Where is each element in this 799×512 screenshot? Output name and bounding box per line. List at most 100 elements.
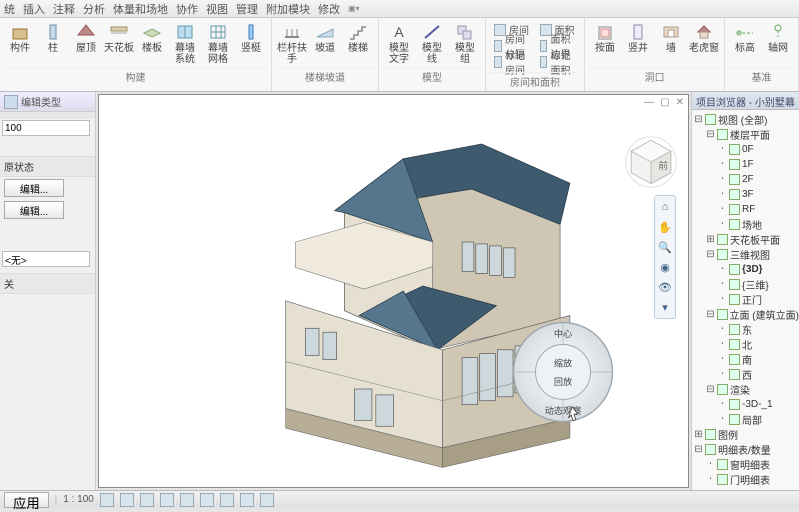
tree-twisty-icon[interactable]: ·	[718, 189, 727, 200]
railing-button[interactable]: 栏杆扶手	[276, 20, 308, 66]
tree-level[interactable]: ·1F	[694, 157, 799, 172]
roof-button[interactable]: 屋顶	[70, 20, 102, 66]
shaft-button[interactable]: 竖井	[622, 20, 654, 66]
tree-twisty-icon[interactable]: ⊟	[706, 129, 715, 141]
tree-twisty-icon[interactable]: ⊟	[706, 309, 715, 321]
tree-twisty-icon[interactable]: ·	[718, 294, 727, 305]
mullion-button[interactable]: 竖梃	[235, 20, 267, 66]
tree-3d-view[interactable]: ·正门	[694, 292, 799, 307]
tree-twisty-icon[interactable]: ·	[718, 324, 727, 335]
model-group-button[interactable]: 模型组	[449, 20, 481, 66]
level-button[interactable]: 标高	[729, 20, 761, 66]
tree-elevations[interactable]: ⊟立面 (建筑立面)	[694, 307, 799, 322]
tag-room-button[interactable]: 标记 房间	[494, 54, 531, 69]
tree-elevation[interactable]: ·东	[694, 322, 799, 337]
vertical-button[interactable]: 老虎窗	[688, 20, 720, 66]
curtain-grid-button[interactable]: 幕墙网格	[202, 20, 234, 66]
tree-ceiling-plans[interactable]: ⊞天花板平面	[694, 232, 799, 247]
tree-twisty-icon[interactable]: ·	[718, 219, 727, 230]
tree-level[interactable]: ·3F	[694, 187, 799, 202]
menu-item[interactable]: 注释	[53, 1, 75, 17]
tree-twisty-icon[interactable]: ·	[718, 159, 727, 170]
model-line-button[interactable]: 模型线	[416, 20, 448, 66]
stair-button[interactable]: 楼梯	[342, 20, 374, 66]
tree-rendering[interactable]: ·-3D-_1	[694, 397, 799, 412]
edit-button-2[interactable]: 编辑...	[4, 201, 64, 219]
ceiling-button[interactable]: 天花板	[103, 20, 135, 66]
tree-twisty-icon[interactable]: ·	[718, 279, 727, 290]
view-cube[interactable]: 前	[624, 135, 678, 189]
nav-home-icon[interactable]: ⌂	[656, 198, 674, 216]
menu-item[interactable]: 分析	[83, 1, 105, 17]
menu-expand-icon[interactable]: ▣▾	[348, 4, 360, 13]
tree-renderings[interactable]: ⊟渲染	[694, 382, 799, 397]
tree-elevation[interactable]: ·北	[694, 337, 799, 352]
tree-schedule[interactable]: ·门明细表	[694, 472, 799, 487]
floor-button[interactable]: 楼板	[136, 20, 168, 66]
tree-twisty-icon[interactable]: ·	[718, 144, 727, 155]
edit-type-button[interactable]: 编辑类型	[0, 92, 95, 112]
menu-item[interactable]: 修改	[318, 1, 340, 17]
value-input[interactable]	[2, 120, 90, 136]
close-label[interactable]: 关	[0, 273, 95, 294]
tree-twisty-icon[interactable]: ⊟	[706, 249, 715, 261]
wheel-center-label[interactable]: 中心	[554, 328, 572, 339]
tree-twisty-icon[interactable]: ·	[706, 474, 715, 485]
tree-floor-plans[interactable]: ⊟楼层平面	[694, 127, 799, 142]
steering-wheel[interactable]: 中心 缩放 回放 动态观察	[508, 317, 618, 427]
menu-item[interactable]: 统	[4, 1, 15, 17]
tree-3d-views[interactable]: ⊟三维视图	[694, 247, 799, 262]
tree-elevation[interactable]: ·西	[694, 367, 799, 382]
restore-icon[interactable]: ▢	[660, 97, 669, 108]
tree-level[interactable]: ·RF	[694, 202, 799, 217]
close-icon[interactable]: ✕	[676, 97, 684, 108]
tree-elevation[interactable]: ·南	[694, 352, 799, 367]
tree-twisty-icon[interactable]: ·	[718, 264, 727, 275]
tree-level[interactable]: ·2F	[694, 172, 799, 187]
tree-3d-view[interactable]: ·{三维}	[694, 277, 799, 292]
tree-schedules[interactable]: ⊟明细表/数量	[694, 442, 799, 457]
menu-item[interactable]: 协作	[176, 1, 198, 17]
tree-twisty-icon[interactable]: ·	[718, 414, 727, 425]
tree-twisty-icon[interactable]: ·	[718, 369, 727, 380]
grid-button[interactable]: 轴网	[762, 20, 794, 66]
none-select[interactable]	[2, 251, 90, 267]
tree-twisty-icon[interactable]: ·	[718, 339, 727, 350]
nav-zoom-icon[interactable]: 🔍	[656, 238, 674, 256]
tree-twisty-icon[interactable]: ⊟	[694, 444, 703, 456]
tree-twisty-icon[interactable]: ⊞	[706, 234, 715, 246]
nav-expand-icon[interactable]: ▾	[656, 298, 674, 316]
by-face-button[interactable]: 按面	[589, 20, 621, 66]
tree-twisty-icon[interactable]: ·	[718, 354, 727, 365]
ramp-button[interactable]: 坡道	[309, 20, 341, 66]
tree-twisty-icon[interactable]: ·	[706, 459, 715, 470]
nav-look-icon[interactable]: 👁	[656, 278, 674, 296]
column-button[interactable]: 柱	[37, 20, 69, 66]
tree-twisty-icon[interactable]: ⊟	[694, 114, 703, 126]
tree-twisty-icon[interactable]: ⊟	[706, 384, 715, 396]
menu-item[interactable]: 视图	[206, 1, 228, 17]
model-text-button[interactable]: A模型文字	[383, 20, 415, 66]
tree-level[interactable]: ·0F	[694, 142, 799, 157]
project-browser-tree[interactable]: ⊟视图 (全部)⊟楼层平面·0F·1F·2F·3F·RF·场地⊞天花板平面⊟三维…	[692, 110, 799, 490]
menu-item[interactable]: 附加模块	[266, 1, 310, 17]
tag-area-button[interactable]: 标记 面积	[540, 54, 577, 69]
component-button[interactable]: 构件	[4, 20, 36, 66]
tree-3d-view[interactable]: ·{3D}	[694, 262, 799, 277]
nav-orbit-icon[interactable]: ◉	[656, 258, 674, 276]
nav-hand-icon[interactable]: ✋	[656, 218, 674, 236]
minimize-icon[interactable]: —	[644, 97, 654, 108]
edit-button-1[interactable]: 编辑...	[4, 179, 64, 197]
menu-item[interactable]: 管理	[236, 1, 258, 17]
menu-item[interactable]: 插入	[23, 1, 45, 17]
tree-schedule[interactable]: ·窗明细表	[694, 457, 799, 472]
tree-rendering[interactable]: ·局部	[694, 412, 799, 427]
curtain-system-button[interactable]: 幕墙系统	[169, 20, 201, 66]
tree-twisty-icon[interactable]: ·	[718, 204, 727, 215]
wheel-rewind-label[interactable]: 回放	[554, 376, 572, 387]
tree-root-views[interactable]: ⊟视图 (全部)	[694, 112, 799, 127]
wheel-zoom-label[interactable]: 缩放	[554, 358, 572, 369]
viewport-3d[interactable]: — ▢ ✕	[98, 94, 689, 488]
menu-item[interactable]: 体量和场地	[113, 1, 168, 17]
tree-level[interactable]: ·场地	[694, 217, 799, 232]
